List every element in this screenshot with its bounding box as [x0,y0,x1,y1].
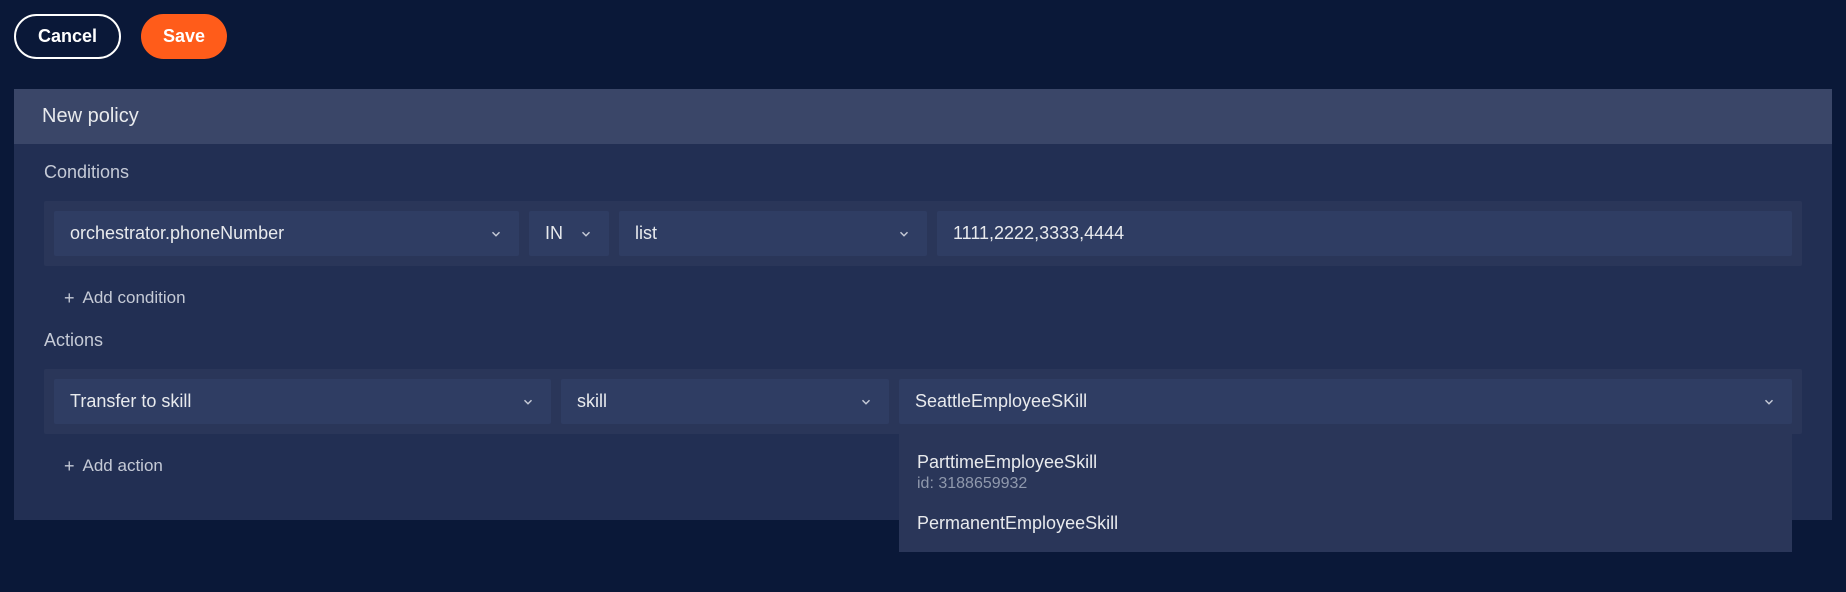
condition-value-input[interactable] [937,211,1792,256]
condition-operator-select[interactable]: IN [529,211,609,256]
action-value-select[interactable]: SeattleEmployeeSKill ParttimeEmployeeSki… [899,379,1792,424]
actions-section: Actions Transfer to skill skill SeattleE… [14,312,1832,480]
dropdown-item-id: id: 3188659932 [917,475,1774,493]
conditions-label: Conditions [44,162,1802,183]
action-row: Transfer to skill skill SeattleEmployeeS… [44,369,1802,434]
action-type-select[interactable]: Transfer to skill [54,379,551,424]
action-type-value: Transfer to skill [70,391,191,412]
plus-icon: + [64,457,75,475]
dropdown-item[interactable]: PermanentEmployeeSkill [899,503,1792,544]
skill-dropdown: ParttimeEmployeeSkill id: 3188659932 Per… [899,434,1792,552]
add-action-label: Add action [83,456,163,476]
dropdown-item[interactable]: ParttimeEmployeeSkill id: 3188659932 [899,442,1792,503]
chevron-down-icon [897,227,911,241]
dropdown-item-name: ParttimeEmployeeSkill [917,452,1774,473]
save-button[interactable]: Save [141,14,227,59]
chevron-down-icon [521,395,535,409]
chevron-down-icon [489,227,503,241]
condition-type-value: list [635,223,657,244]
chevron-down-icon [859,395,873,409]
conditions-section: Conditions orchestrator.phoneNumber IN l… [14,144,1832,312]
add-condition-button[interactable]: + Add condition [44,284,1802,312]
actions-label: Actions [44,330,1802,351]
chevron-down-icon [579,227,593,241]
cancel-button[interactable]: Cancel [14,14,121,59]
plus-icon: + [64,289,75,307]
top-bar: Cancel Save [14,14,1832,59]
action-param-select[interactable]: skill [561,379,889,424]
action-value-text: SeattleEmployeeSKill [915,391,1087,412]
chevron-down-icon [1762,395,1776,409]
policy-panel: New policy Conditions orchestrator.phone… [14,89,1832,520]
dropdown-item-name: PermanentEmployeeSkill [917,513,1774,534]
condition-attribute-value: orchestrator.phoneNumber [70,223,284,244]
condition-operator-value: IN [545,223,563,244]
condition-attribute-select[interactable]: orchestrator.phoneNumber [54,211,519,256]
condition-row: orchestrator.phoneNumber IN list [44,201,1802,266]
condition-type-select[interactable]: list [619,211,927,256]
add-condition-label: Add condition [83,288,186,308]
panel-title: New policy [14,89,1832,144]
action-param-value: skill [577,391,607,412]
